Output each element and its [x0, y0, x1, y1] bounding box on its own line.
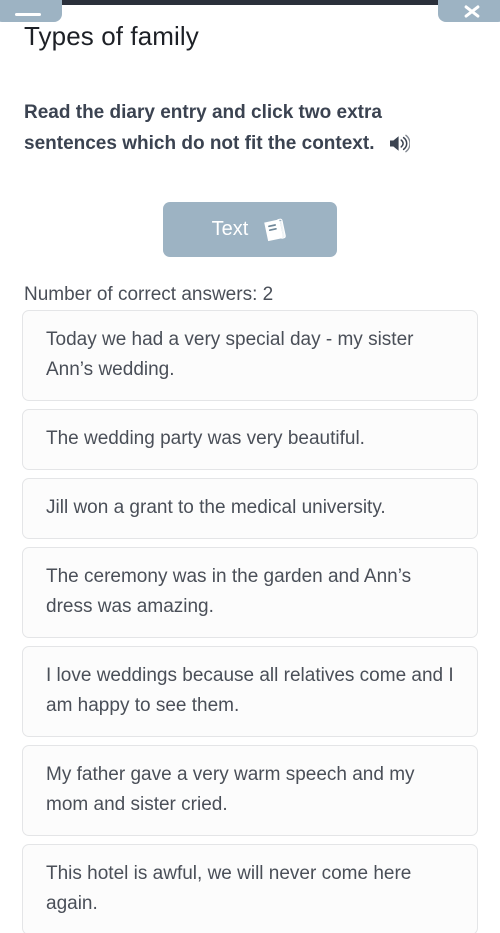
options-list: Today we had a very special day - my sis… [22, 310, 478, 933]
hamburger-menu-icon [15, 13, 41, 16]
task-instruction: Read the diary entry and click two extra… [24, 97, 464, 163]
option-card[interactable]: This hotel is awful, we will never come … [22, 844, 478, 933]
option-card[interactable]: The ceremony was in the garden and Ann’s… [22, 547, 478, 638]
status-bar [0, 0, 500, 5]
close-x-icon [459, 4, 485, 19]
option-card[interactable]: Today we had a very special day - my sis… [22, 310, 478, 401]
text-button[interactable]: Text [163, 202, 337, 257]
book-icon [262, 218, 288, 242]
task-instruction-text: Read the diary entry and click two extra… [24, 102, 382, 154]
app-root: Types of family Read the diary entry and… [0, 0, 500, 933]
option-card[interactable]: Jill won a grant to the medical universi… [22, 478, 478, 539]
option-card[interactable]: My father gave a very warm speech and my… [22, 745, 478, 836]
text-button-label: Text [211, 218, 249, 240]
option-card[interactable]: The wedding party was very beautiful. [22, 409, 478, 470]
page-title: Types of family [24, 21, 199, 51]
close-button[interactable] [438, 0, 500, 22]
answers-count: Number of correct answers: 2 [24, 284, 274, 305]
option-card[interactable]: I love weddings because all relatives co… [22, 646, 478, 737]
speaker-icon[interactable] [388, 132, 411, 163]
